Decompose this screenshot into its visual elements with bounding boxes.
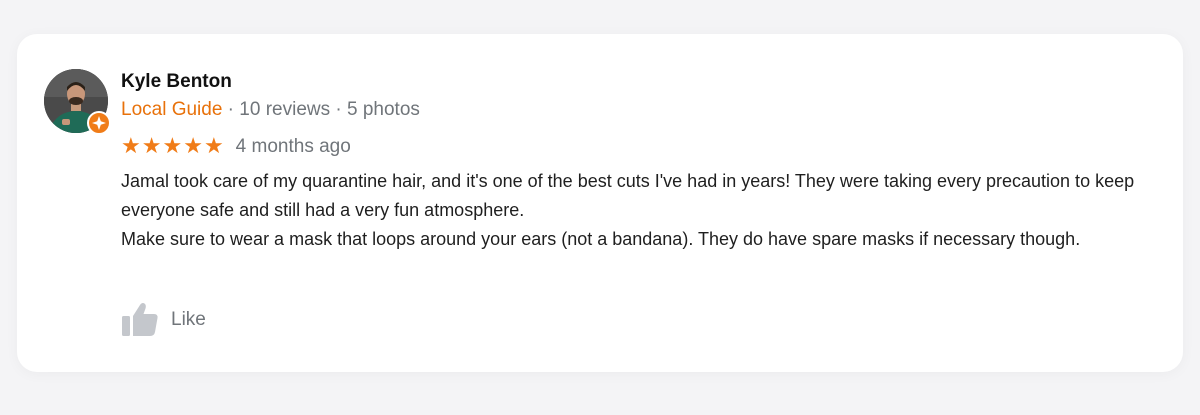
local-guide-badge-icon	[87, 111, 111, 135]
thumbs-up-icon	[122, 303, 158, 336]
review-paragraph: Jamal took care of my quarantine hair, a…	[121, 171, 1135, 220]
star-icon: ★	[162, 134, 183, 159]
local-guide-label: Local Guide	[121, 99, 223, 120]
review-card: Kyle Benton Local Guide · 10 reviews · 5…	[17, 34, 1183, 372]
like-label: Like	[171, 309, 206, 330]
rating-row: ★ ★ ★ ★ ★ 4 months ago	[121, 134, 1151, 160]
review-paragraph: Make sure to wear a mask that loops arou…	[121, 229, 1081, 249]
star-icon: ★	[203, 134, 224, 159]
like-button[interactable]: Like	[121, 302, 206, 338]
star-icon: ★	[141, 134, 162, 159]
star-icon: ★	[183, 134, 203, 159]
review-content: Kyle Benton Local Guide · 10 reviews · 5…	[121, 70, 1151, 254]
star-icon: ★	[121, 134, 141, 159]
author-meta: Local Guide · 10 reviews · 5 photos	[121, 98, 1151, 122]
author-stats: · 10 reviews · 5 photos	[222, 99, 420, 120]
review-time: 4 months ago	[235, 136, 351, 157]
review-text: Jamal took care of my quarantine hair, a…	[121, 167, 1151, 254]
star-rating: ★ ★ ★ ★ ★	[121, 136, 224, 158]
author-name[interactable]: Kyle Benton	[121, 70, 1151, 94]
avatar-container[interactable]	[44, 69, 111, 135]
